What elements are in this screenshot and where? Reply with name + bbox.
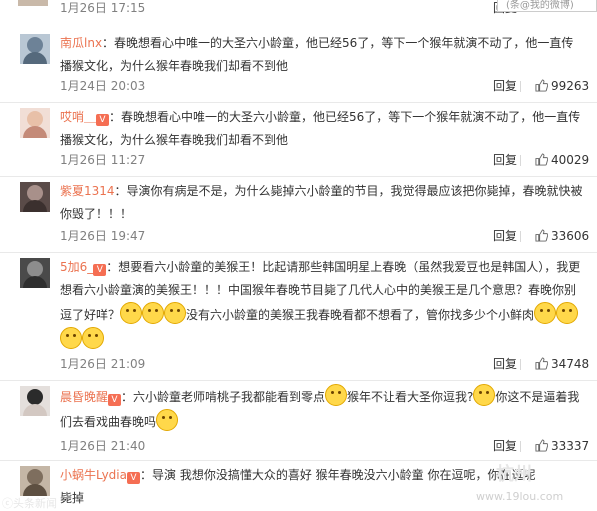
reply-link[interactable]: 回复 [493,436,517,456]
like-button[interactable]: 33606 [535,226,589,246]
avatar[interactable] [18,0,48,6]
avatar[interactable] [20,386,50,416]
comment-text: 南瓜lnx：春晚想看心中唯一的大圣六小龄童，他已经56了，等下一个猴年就演不动了… [60,32,585,78]
username-link[interactable]: 5加6_ [60,260,93,274]
watermark-url: www.19lou.com [476,490,564,503]
comment-time: 1月26日 21:09 [60,357,146,371]
comment-meta: 1月24日 20:03 回复 99263 [60,76,590,96]
reply-link[interactable]: 回复 [493,150,517,170]
member-badge-icon: V [108,394,122,406]
like-count: 99263 [551,79,590,93]
emoji-icon [473,384,496,406]
like-button[interactable]: 34748 [535,354,589,374]
comment-text: 哎哨＿ V ：春晚想看心中唯一的大圣六小龄童，他已经56了，等下一个猴年就演不动了，… [60,106,585,152]
monkey-emoji-icon [534,302,557,324]
avatar[interactable] [20,466,50,496]
username-link[interactable]: 哎哨＿ [60,110,96,124]
comment-time: 1月26日 17:15 [60,1,146,15]
member-badge-icon: V [93,264,107,276]
comment-body: 毙掉 [60,491,85,505]
member-badge-icon: V [127,472,140,484]
monkey-emoji-icon [556,302,579,324]
comment-time: 1月26日 19:47 [60,229,146,243]
divider [520,441,521,452]
comment-item: 哎哨＿ V ：春晚想看心中唯一的大圣六小龄童，他已经56了，等下一个猴年就演不动了，… [0,102,597,177]
thumbs-up-icon [535,439,548,452]
comment-meta: 1月26日 19:47 回复 33606 [60,226,590,246]
comment-body: ：导演 我想你没搞懂大众的喜好 猴年春晚没六小龄童 你在逗呢，你在逗呢 [140,468,536,482]
username-link[interactable]: 紫夏1314 [60,184,115,198]
comment-item: 晨昏晚醒 V ：六小龄童老师啃桃子我都能看到零点 猴年不让看大圣你逗我? 你这不是逼着我… [0,380,597,461]
comment-meta: 1月26日 11:27 回复 40029 [60,150,590,170]
comment-text: 紫夏1314：导演你有病是不是，为什么毙掉六小龄童的节目，我觉得最应该把你毙掉，… [60,180,585,226]
comment-body: ：春晚想看心中唯一的大圣六小龄童，他已经56了，等下一个猴年就演不动了，他一直传… [60,110,581,147]
emoji-icon [120,302,143,324]
thumbs-up-icon [535,79,548,92]
emoji-icon [156,409,179,431]
header-corner: (条@我的微博) [497,0,597,12]
like-count: 34748 [551,357,590,371]
reply-link[interactable]: 回复 [493,354,517,374]
like-count: 33606 [551,229,590,243]
monkey-emoji-icon [60,327,82,349]
member-badge-icon: V [96,114,110,126]
comment-meta: 1月26日 21:40 回复 33337 [60,436,590,456]
like-button[interactable]: 99263 [535,76,589,96]
comment-item: 南瓜lnx：春晚想看心中唯一的大圣六小龄童，他已经56了，等下一个猴年就演不动了… [0,28,597,103]
divider [520,359,521,370]
like-count: 33337 [551,439,590,453]
divider [520,155,521,166]
emoji-icon [142,302,165,324]
comment-time: 1月24日 20:03 [60,79,146,93]
comment-text: 晨昏晚醒 V ：六小龄童老师啃桃子我都能看到零点 猴年不让看大圣你逗我? 你这不是逼着我… [60,384,585,434]
like-count: 40029 [551,153,590,167]
emoji-icon [164,302,187,324]
thumbs-up-icon [535,229,548,242]
comment-body: ：春晚想看心中唯一的大圣六小龄童，他已经56了，等下一个猴年就演不动了，他一直传… [60,36,574,73]
comment-time: 1月26日 11:27 [60,153,146,167]
watermark-text: ⓒ头条新闻 [2,497,57,510]
avatar[interactable] [20,258,50,288]
avatar[interactable] [20,34,50,64]
comment-time: 1月26日 21:40 [60,439,146,453]
avatar[interactable] [20,182,50,212]
like-button[interactable]: 33337 [535,436,589,456]
comment-item: 紫夏1314：导演你有病是不是，为什么毙掉六小龄童的节目，我觉得最应该把你毙掉，… [0,176,597,253]
comment-body: ：导演你有病是不是，为什么毙掉六小龄童的节目，我觉得最应该把你毙掉，春晚就快被你… [60,184,583,221]
username-link[interactable]: 小蜗牛Lydia [60,468,127,482]
username-link[interactable]: 晨昏晚醒 [60,390,108,404]
like-button[interactable]: 40029 [535,150,589,170]
emoji-icon [325,384,348,406]
comment-body: 没有六小龄童的美猴王我春晚看都不想看了，管你找多少个小鲜肉 [186,308,535,322]
reply-link[interactable]: 回复 [493,76,517,96]
comment-body: ：六小龄童老师啃桃子我都能看到零点 [121,390,326,404]
divider [520,81,521,92]
avatar[interactable] [20,108,50,138]
comment-body: 猴年不让看大圣你逗我? [347,390,474,404]
comment-meta: 1月26日 21:09 回复 34748 [60,354,590,374]
thumbs-up-icon [535,153,548,166]
username-link[interactable]: 南瓜lnx [60,36,102,50]
monkey-emoji-icon [82,327,104,349]
reply-link[interactable]: 回复 [493,226,517,246]
divider [520,231,521,242]
watermark-logo: 杭州 [496,464,532,485]
top-strip: 1月26日 17:15 回复 (条@我的微博) [0,0,597,16]
comment-text: 5加6_ V ：想要看六小龄童的美猴王！比起请那些韩国明星上春晚（虽然我爱豆也是韩国… [60,256,585,352]
thumbs-up-icon [535,357,548,370]
comment-item: 5加6_ V ：想要看六小龄童的美猴王！比起请那些韩国明星上春晚（虽然我爱豆也是韩国… [0,252,597,381]
